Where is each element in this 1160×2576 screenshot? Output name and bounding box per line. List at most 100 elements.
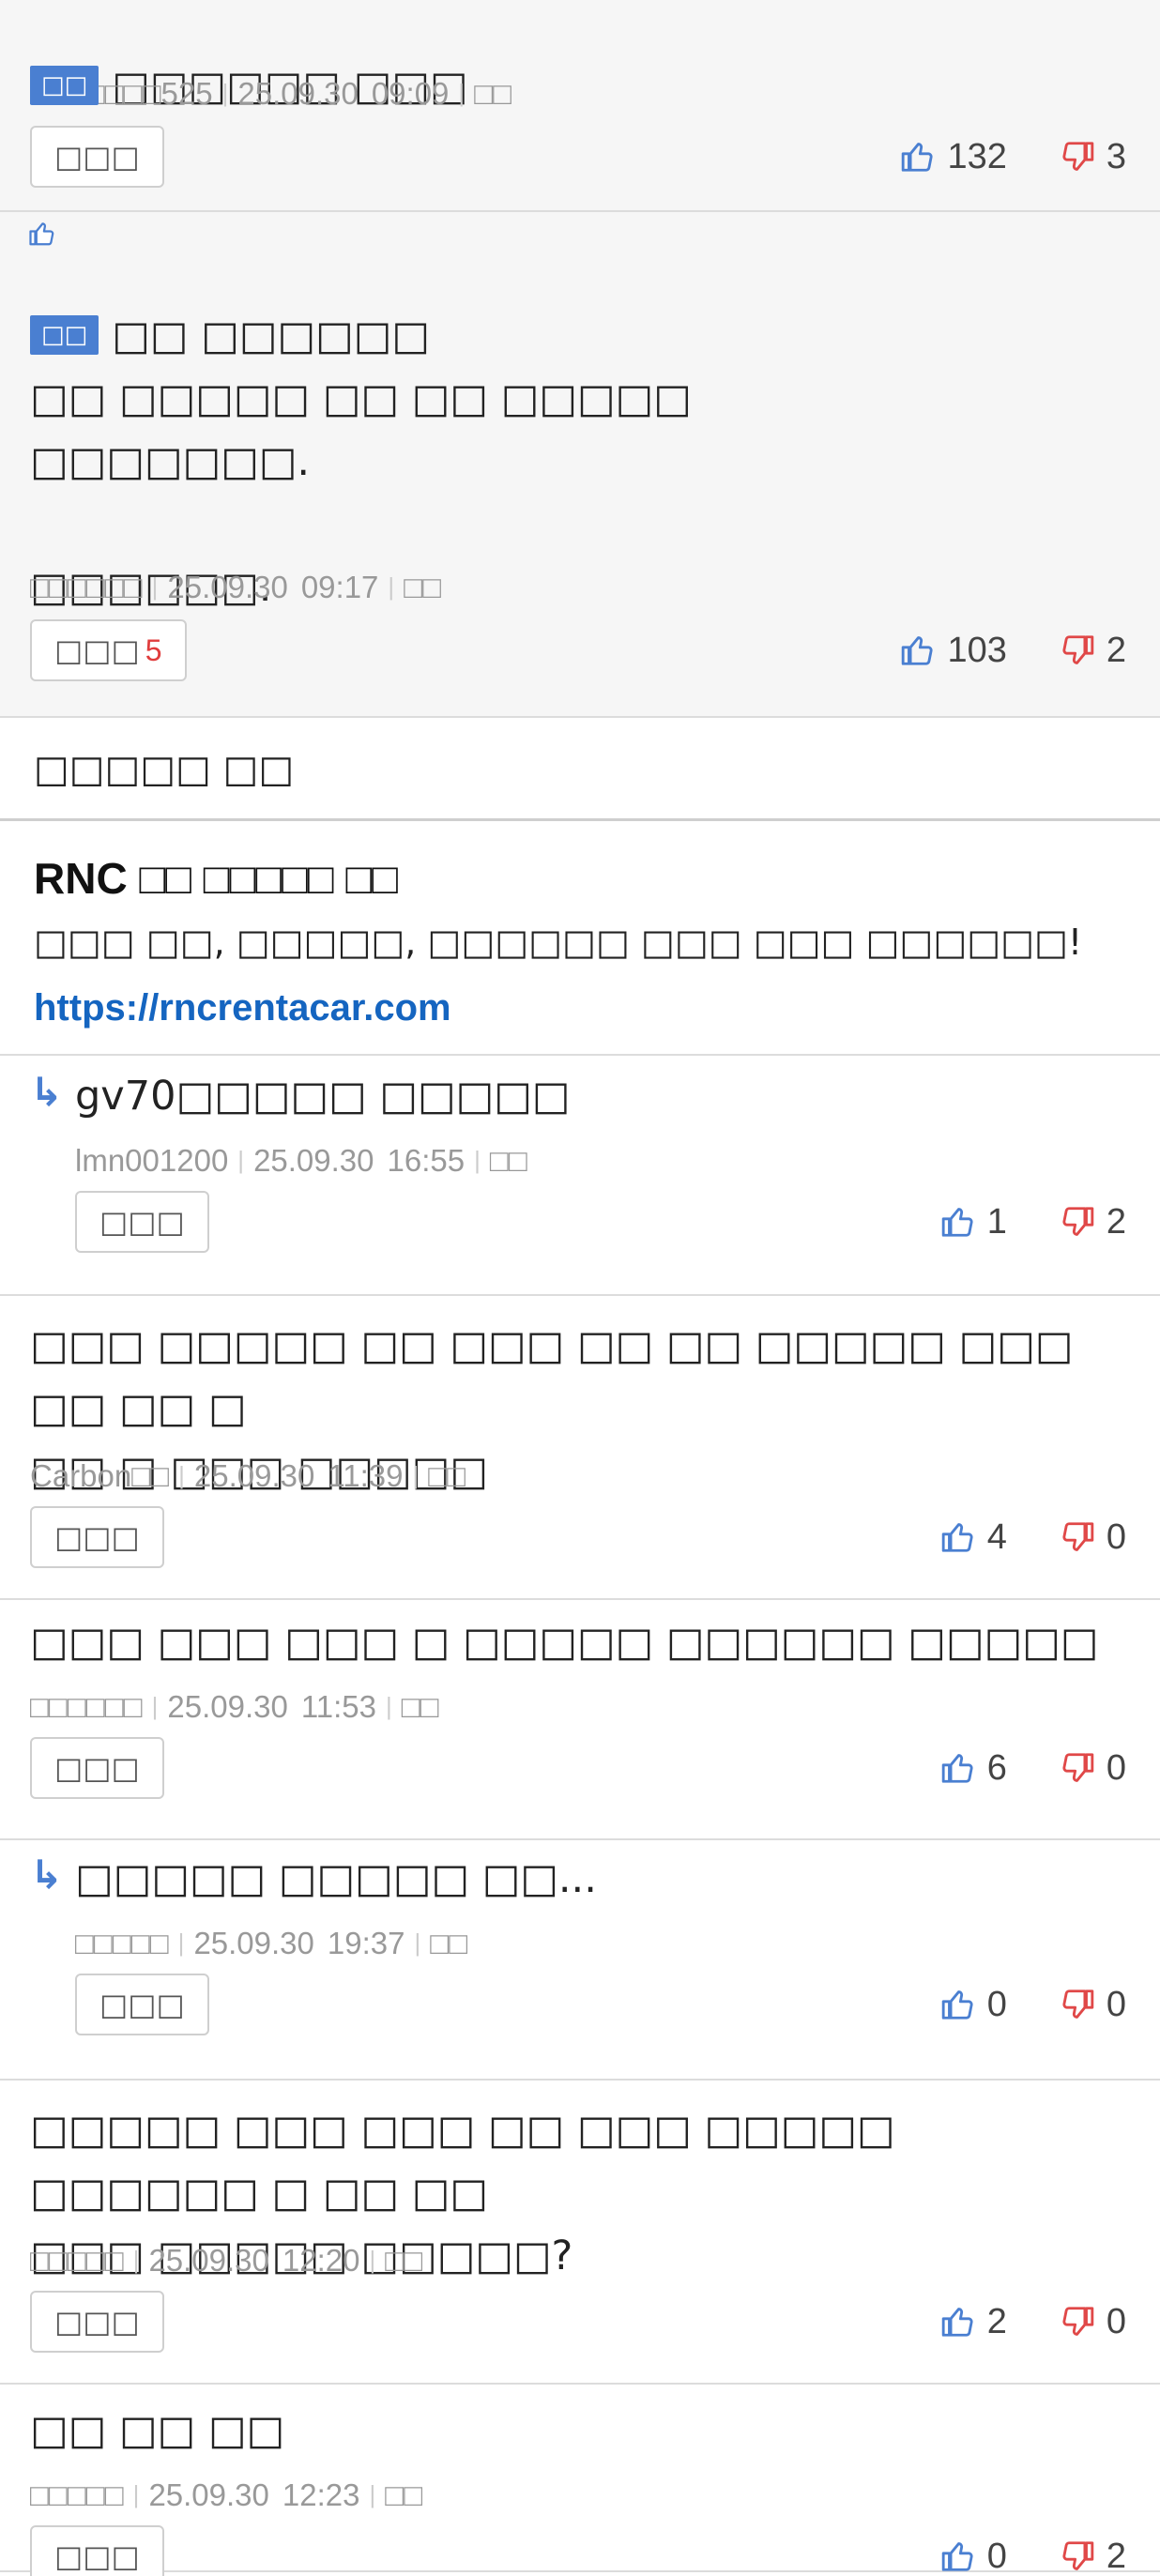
upvote-button[interactable]: 0 bbox=[940, 1985, 1007, 2025]
upvote-count: 132 bbox=[947, 136, 1007, 176]
upvote-button[interactable]: 132 bbox=[900, 136, 1007, 177]
reply-button-label: □□□ bbox=[54, 139, 140, 175]
report-link[interactable]: □□ bbox=[428, 1458, 466, 1493]
upvote-button[interactable]: 2 bbox=[940, 2302, 1007, 2342]
report-link[interactable]: □□ bbox=[385, 2477, 422, 2512]
comment-author[interactable]: □□□□□ bbox=[75, 1926, 169, 1960]
reply-button-label: □□□ bbox=[54, 2304, 140, 2340]
vote-group: 6 0 bbox=[940, 1737, 1126, 1799]
reply-button[interactable]: □□□ bbox=[30, 1737, 164, 1799]
reply-button[interactable]: □□□ 5 bbox=[30, 619, 187, 681]
thumbs-up-icon bbox=[941, 1208, 973, 1237]
comment-author[interactable]: lmn001200 bbox=[75, 1143, 228, 1178]
upvote-button[interactable]: 0 bbox=[940, 2537, 1007, 2576]
comment-author[interactable]: □□□□□□ bbox=[30, 570, 143, 604]
comment-meta: □□□□□ | 25.09.30 19:37 | □□ bbox=[75, 1926, 468, 1960]
ad-link[interactable]: https://rncrentacar.com bbox=[34, 975, 1126, 1041]
reply-button[interactable]: □□□ bbox=[30, 1506, 164, 1568]
notice-label: □□□□□ □□ bbox=[34, 748, 295, 791]
thumbs-down-icon bbox=[1062, 1989, 1094, 2019]
comment-time: 12:20 bbox=[282, 2243, 360, 2278]
ad-title: RNC □□ □□□□□ □□ bbox=[34, 854, 399, 903]
comment-footer: □□□ 0 0 bbox=[75, 1974, 1126, 2035]
comment-item: □□□□□ □□□ □□□ □□ □□□ □□□□□ □□□□□□ □ □□ □… bbox=[0, 2081, 1160, 2385]
comment-text: □□□□□ □□□ □□□ □□ □□□ □□□□□ □□□□□□ □ □□ □… bbox=[30, 2107, 895, 2279]
report-link[interactable]: □□ bbox=[490, 1143, 527, 1178]
comment-footer: □□□ 5 103 2 bbox=[30, 619, 1126, 681]
comment-meta: □□□□□□□525 | 25.09.30 09:09 | □□ bbox=[30, 76, 512, 111]
downvote-count: 2 bbox=[1106, 2536, 1126, 2576]
comment-item: □□□ □□□□□ □□ □□□ □□ □□ □□□□□ □□□ □□ □□ □… bbox=[0, 1296, 1160, 1600]
thumbs-down-icon bbox=[1062, 2307, 1094, 2336]
report-link[interactable]: □□ bbox=[474, 76, 511, 111]
reply-button[interactable]: □□□ bbox=[75, 1974, 209, 2035]
comment-author[interactable]: □□□□□□ bbox=[30, 1689, 143, 1724]
thumbs-down-icon bbox=[1062, 1522, 1094, 1551]
upvote-button[interactable]: 6 bbox=[940, 1748, 1007, 1789]
best-badge: □□ bbox=[30, 65, 99, 105]
thumbs-up-icon bbox=[941, 2542, 973, 2571]
report-link[interactable]: □□ bbox=[402, 1689, 439, 1724]
downvote-button[interactable]: 2 bbox=[1060, 1202, 1126, 1242]
report-link[interactable]: □□ bbox=[430, 1926, 467, 1960]
downvote-button[interactable]: 0 bbox=[1060, 1517, 1126, 1558]
upvote-button[interactable]: 4 bbox=[940, 1517, 1007, 1558]
upvote-count: 6 bbox=[986, 1747, 1007, 1788]
comment-author[interactable]: □□□□□ bbox=[30, 2477, 124, 2512]
notice-bar[interactable]: □□□□□ □□ bbox=[0, 718, 1160, 821]
comment-meta: □□□□□□ | 25.09.30 11:53 | □□ bbox=[30, 1689, 439, 1724]
best-comment: □□ □□□□□□ □□□ □□□□□□□525 | 25.09.30 09:09 | □□… bbox=[0, 0, 1160, 212]
comment-date: 25.09.30 bbox=[253, 1143, 374, 1178]
vote-group: 4 0 bbox=[940, 1506, 1126, 1568]
report-link[interactable]: □□ bbox=[404, 570, 441, 604]
vote-group: 0 2 bbox=[940, 2525, 1126, 2576]
comment-date: 25.09.30 bbox=[193, 1458, 315, 1493]
downvote-button[interactable]: 3 bbox=[1060, 137, 1126, 177]
upvote-count: 1 bbox=[986, 1201, 1007, 1242]
ad-banner[interactable]: RNC □□ □□□□□ □□ □□□ □□, □□□□□, □□□□□□ □□… bbox=[0, 821, 1160, 1056]
thumbs-down-icon bbox=[1062, 635, 1094, 664]
reply-button[interactable]: □□□ bbox=[30, 2291, 164, 2353]
upvote-button[interactable]: 1 bbox=[940, 1202, 1007, 1242]
report-link[interactable]: □□ bbox=[385, 2243, 422, 2278]
comment-time: 11:39 bbox=[328, 1458, 404, 1493]
comment-footer: □□□ 132 3 bbox=[30, 126, 1126, 188]
upvote-button[interactable]: 103 bbox=[900, 631, 1007, 671]
thumbs-down-icon bbox=[1062, 2541, 1094, 2570]
comment-footer: □□□ 0 2 bbox=[30, 2525, 1126, 2576]
reply-arrow-icon: ↳ bbox=[30, 1069, 64, 1115]
comment-body: □□ □□□□□□ □□□ bbox=[30, 0, 1126, 110]
downvote-button[interactable]: 0 bbox=[1060, 2302, 1126, 2342]
comment-time: 11:53 bbox=[300, 1689, 376, 1724]
downvote-count: 2 bbox=[1106, 630, 1126, 670]
thumbs-up-icon bbox=[29, 222, 54, 246]
comment-time: 19:37 bbox=[327, 1926, 405, 1960]
comment-author[interactable]: □□□□□ bbox=[30, 2243, 124, 2278]
comment-meta: Carbon□□ | 25.09.30 11:39 | □□ bbox=[30, 1458, 466, 1493]
comment-text: □□□ □□□□□ □□ □□□ □□ □□ □□□□□ □□□ □□ □□ □… bbox=[30, 1322, 1074, 1495]
comment-meta: □□□□□□ | 25.09.30 09:17 | □□ bbox=[30, 570, 442, 604]
reply-button[interactable]: □□□ bbox=[30, 126, 164, 188]
thumbs-down-icon bbox=[1062, 1207, 1094, 1236]
comment-date: 25.09.30 bbox=[193, 1926, 314, 1960]
downvote-button[interactable]: 2 bbox=[1060, 2537, 1126, 2576]
downvote-button[interactable]: 0 bbox=[1060, 1985, 1126, 2025]
reply-button-label: □□□ bbox=[99, 1987, 185, 2022]
comment-meta: □□□□□ | 25.09.30 12:23 | □□ bbox=[30, 2477, 423, 2512]
comment-item: □□□ □□□ □□□ □ □□□□□ □□□□□□ □□□□□ □□□□□□ |… bbox=[0, 1600, 1160, 1840]
reply-button[interactable]: □□□ bbox=[30, 2525, 164, 2576]
comment-author[interactable]: Carbon□□ bbox=[30, 1458, 169, 1493]
comment-text: □□ □□ □□ bbox=[30, 2407, 285, 2454]
reply-button-label: □□□ bbox=[54, 1519, 140, 1555]
comment-date: 25.09.30 bbox=[167, 570, 288, 604]
reply-button-label: □□□ bbox=[99, 1204, 185, 1240]
downvote-button[interactable]: 0 bbox=[1060, 1748, 1126, 1789]
thumbs-up-icon bbox=[941, 1990, 973, 2020]
vote-group: 132 3 bbox=[900, 126, 1126, 188]
reply-button[interactable]: □□□ bbox=[75, 1191, 209, 1253]
comment-date: 25.09.30 bbox=[148, 2477, 269, 2512]
comment-time: 09:09 bbox=[371, 76, 450, 111]
downvote-button[interactable]: 2 bbox=[1060, 631, 1126, 671]
reply-button-label: □□□ bbox=[54, 633, 140, 668]
comment-date: 25.09.30 bbox=[148, 2243, 269, 2278]
